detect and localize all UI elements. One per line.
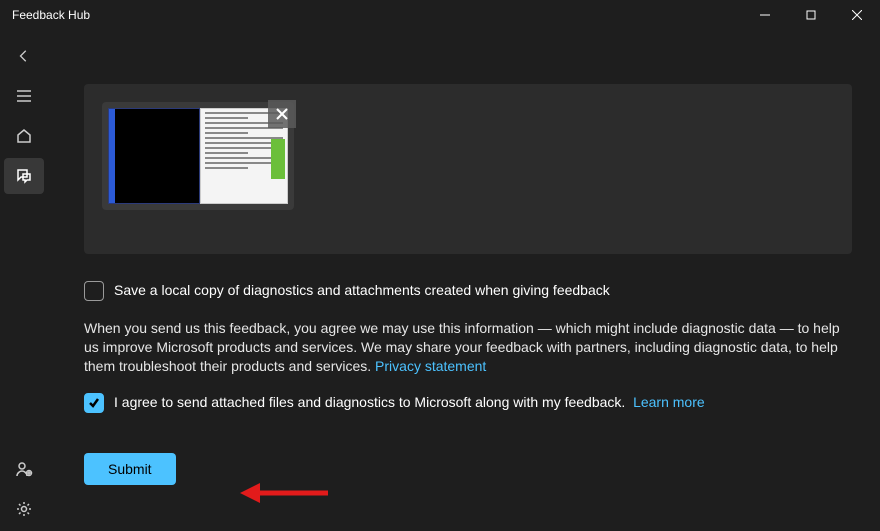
- nav-feedback-button[interactable]: [4, 158, 44, 194]
- annotation-arrow: [240, 481, 330, 508]
- remove-attachment-button[interactable]: [268, 100, 296, 128]
- back-button[interactable]: [4, 38, 44, 74]
- nav-menu-button[interactable]: [4, 78, 44, 114]
- attachment-thumbnail[interactable]: [102, 102, 294, 210]
- minimize-button[interactable]: [742, 0, 788, 30]
- nav-account-button[interactable]: [4, 451, 44, 487]
- window-controls: [742, 0, 880, 30]
- window-title: Feedback Hub: [12, 8, 90, 22]
- agree-label-text: I agree to send attached files and diagn…: [114, 394, 625, 410]
- nav-home-button[interactable]: [4, 118, 44, 154]
- disclaimer-text: When you send us this feedback, you agre…: [84, 319, 852, 376]
- submit-button[interactable]: Submit: [84, 453, 176, 485]
- agree-label: I agree to send attached files and diagn…: [114, 392, 705, 412]
- sidebar: [0, 30, 48, 531]
- main-content: Save a local copy of diagnostics and att…: [48, 30, 880, 531]
- save-local-checkbox[interactable]: [84, 281, 104, 301]
- title-bar: Feedback Hub: [0, 0, 880, 30]
- attachments-panel: [84, 84, 852, 254]
- save-local-label: Save a local copy of diagnostics and att…: [114, 280, 610, 300]
- agree-checkbox[interactable]: [84, 393, 104, 413]
- privacy-statement-link[interactable]: Privacy statement: [375, 358, 486, 374]
- agree-row: I agree to send attached files and diagn…: [84, 392, 852, 413]
- close-button[interactable]: [834, 0, 880, 30]
- nav-settings-button[interactable]: [4, 491, 44, 527]
- learn-more-link[interactable]: Learn more: [633, 394, 705, 410]
- save-local-row: Save a local copy of diagnostics and att…: [84, 280, 852, 301]
- maximize-button[interactable]: [788, 0, 834, 30]
